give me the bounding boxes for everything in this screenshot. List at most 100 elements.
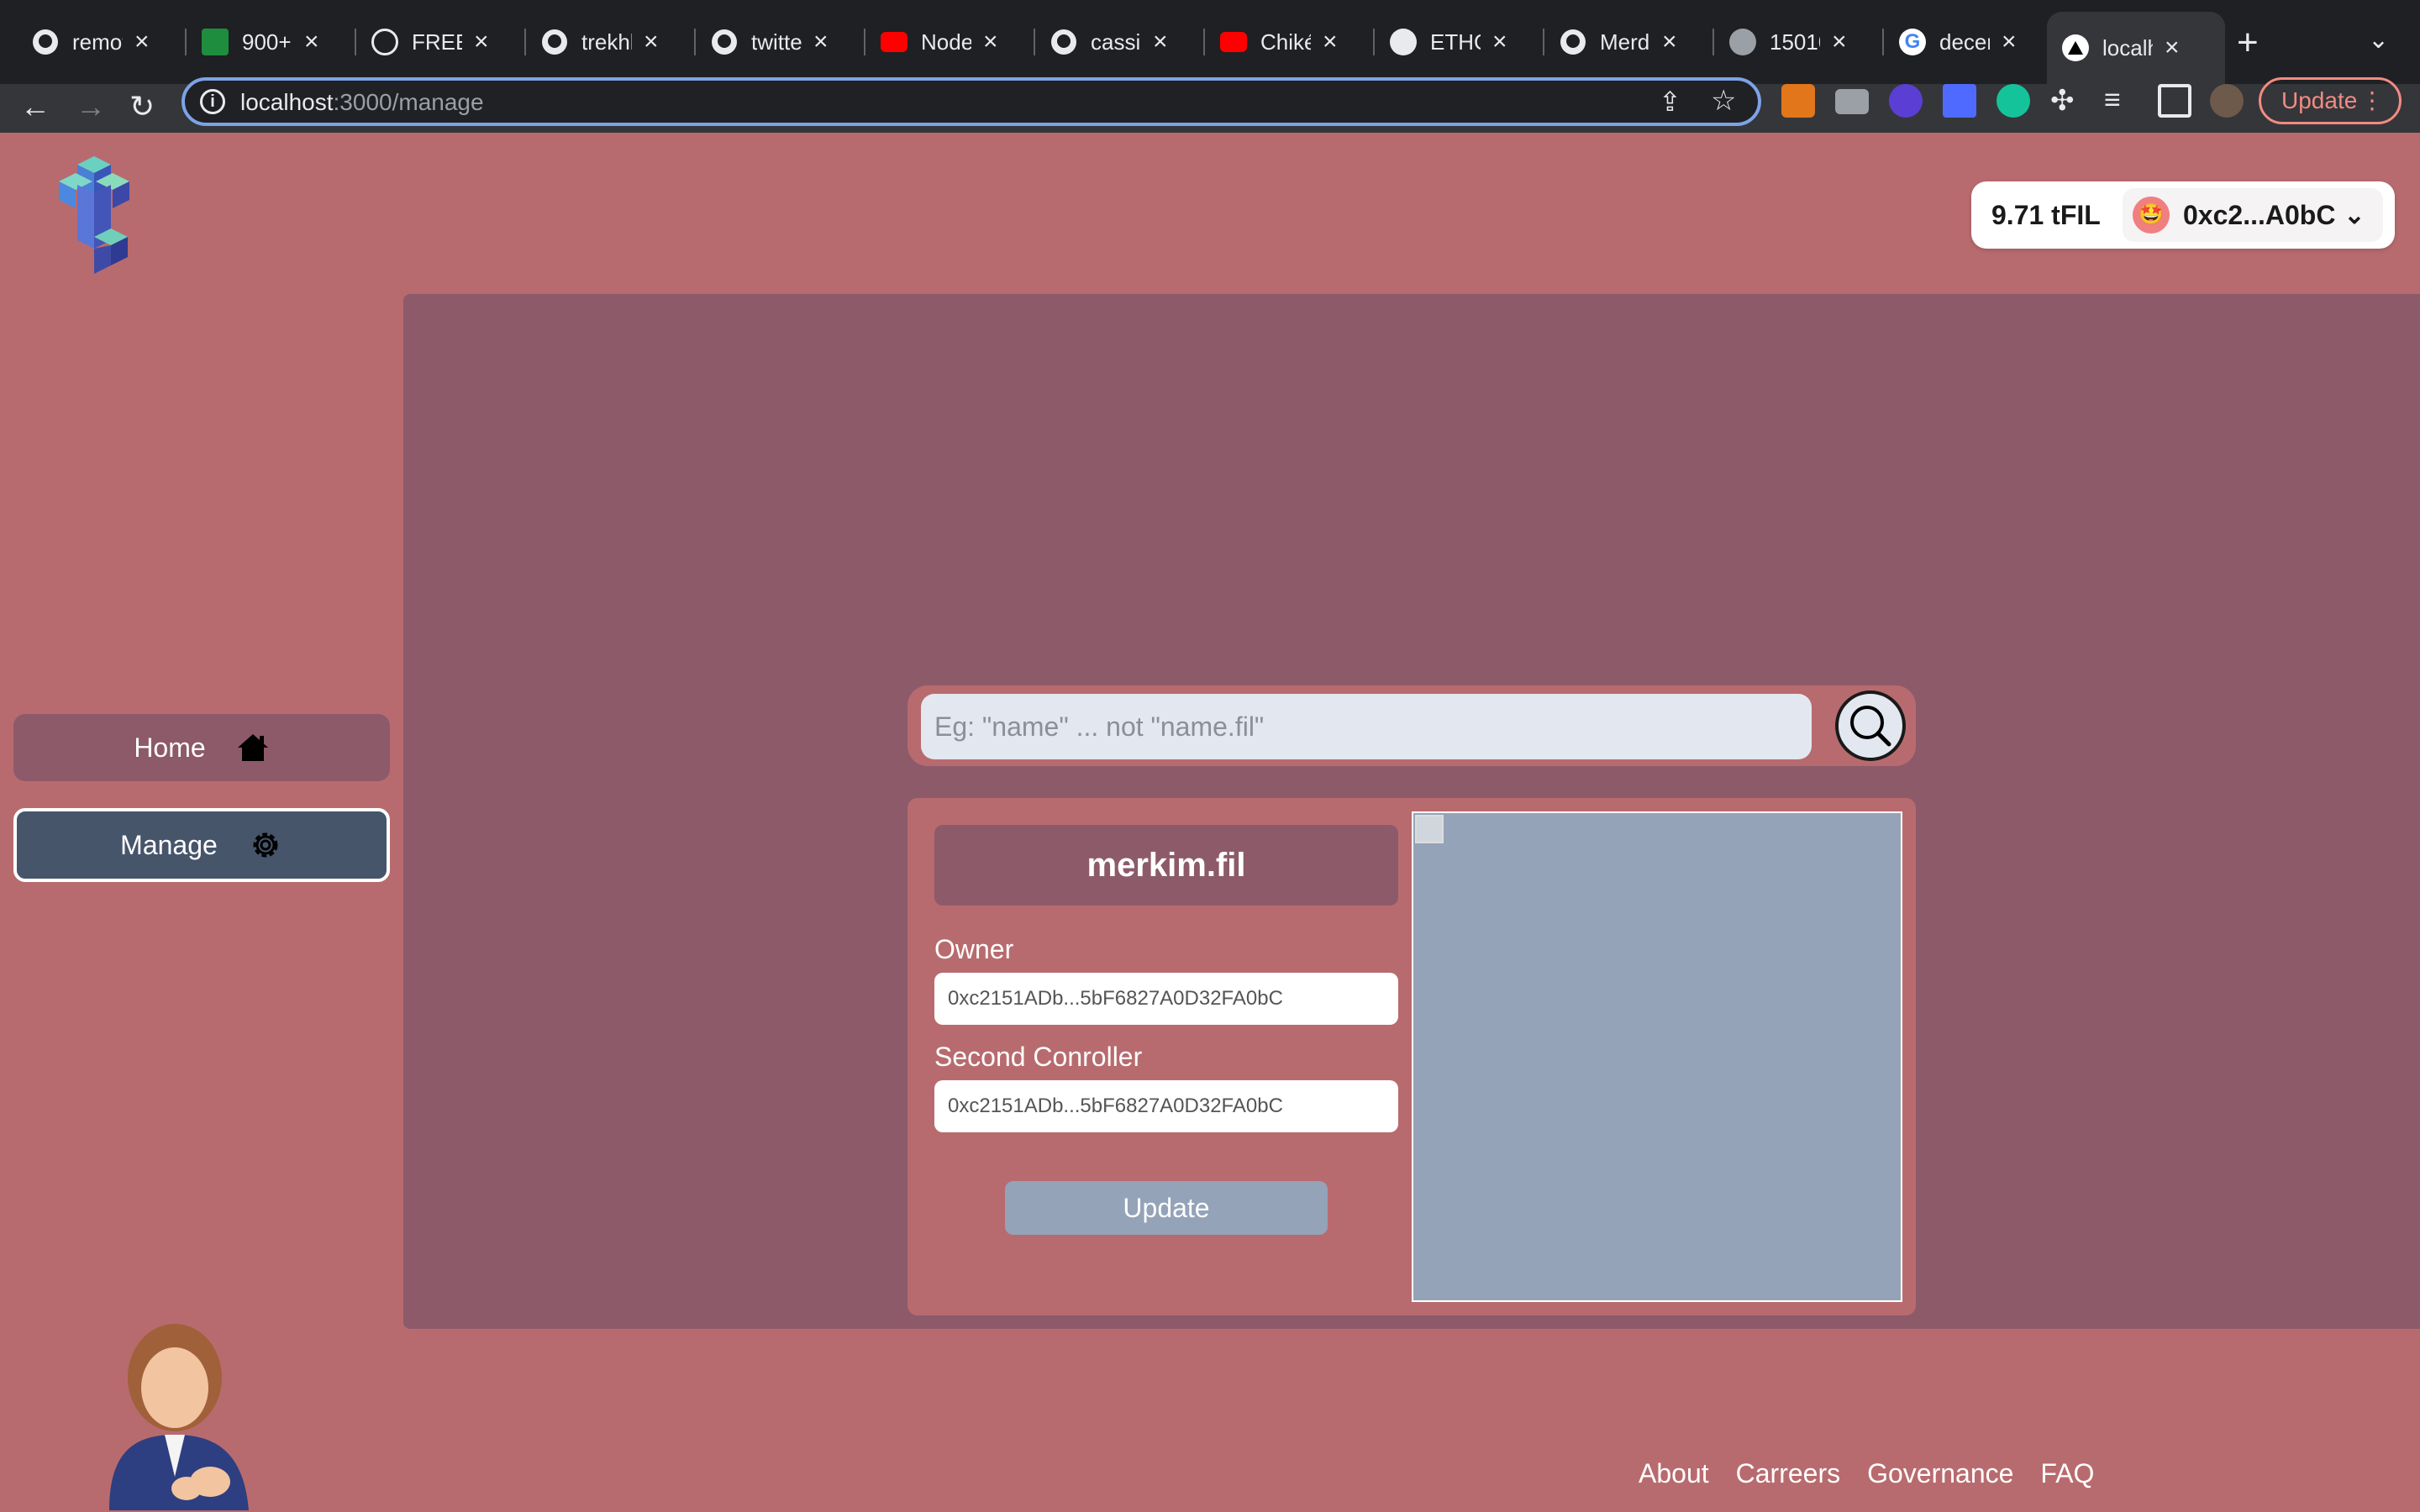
account-avatar: 🤩 (2133, 197, 2170, 234)
tab-title: trekhle (581, 29, 632, 55)
close-icon[interactable]: × (2002, 28, 2017, 56)
url-path: :3000/manage (333, 89, 484, 115)
owner-field[interactable]: 0xc2151ADb...5bF6827A0D32FA0bC (934, 973, 1398, 1025)
globe-icon (1729, 29, 1756, 55)
tab-title: FREE F (412, 29, 462, 55)
footer-links: About Carreers Governance FAQ (1639, 1458, 2094, 1489)
broken-image-icon (1415, 815, 1444, 843)
tab-title: Node.j (921, 29, 971, 55)
wallet-address: 0xc2...A0bC (2183, 199, 2336, 230)
avatar[interactable] (2210, 84, 2244, 118)
back-icon[interactable]: ← (20, 89, 50, 124)
more-icon: ⋮ (2360, 87, 2384, 113)
account-button[interactable]: 🤩 0xc2...A0bC ⌄ (2123, 188, 2383, 242)
close-icon[interactable]: × (1492, 28, 1507, 56)
browser-update-button[interactable]: Update ⋮ (2259, 77, 2402, 124)
close-icon[interactable]: × (983, 28, 998, 56)
tab-title: cassid (1091, 29, 1141, 55)
close-icon[interactable]: × (1153, 28, 1168, 56)
tab-localhost[interactable]: localh × (2047, 12, 2225, 84)
github-icon (32, 29, 59, 55)
github-icon (1050, 29, 1077, 55)
github-icon (541, 29, 568, 55)
new-tab-icon[interactable]: + (2237, 22, 2259, 64)
metamask-icon[interactable] (1781, 84, 1815, 118)
tab-title: twitter (751, 29, 802, 55)
sidebar-item-label: Home (134, 732, 206, 763)
share-icon[interactable]: ⇪ (1659, 86, 1681, 118)
footer-link-faq[interactable]: FAQ (2040, 1458, 2094, 1489)
tab-title: Chiké (1260, 29, 1311, 55)
tab-node[interactable]: Node.j × (865, 15, 1034, 69)
github-icon (1560, 29, 1586, 55)
tab-free[interactable]: FREE F × (356, 15, 524, 69)
avatar-illustration (109, 1324, 249, 1510)
tab-title: decen (1939, 29, 1990, 55)
tab-title: 15010 (1770, 29, 1820, 55)
search-input[interactable] (921, 694, 1812, 759)
close-icon[interactable]: × (2165, 34, 2180, 62)
close-icon[interactable]: × (813, 28, 829, 56)
chevron-down-icon[interactable]: ⌄ (2368, 25, 2389, 55)
address-bar[interactable]: i localhost:3000/manage ⇪ ☆ (182, 77, 1761, 126)
close-icon[interactable]: × (304, 28, 319, 56)
controller-field[interactable]: 0xc2151ADb...5bF6827A0D32FA0bC (934, 1080, 1398, 1132)
close-icon[interactable]: × (1832, 28, 1847, 56)
update-button[interactable]: Update (1005, 1181, 1328, 1235)
logo-icon[interactable] (52, 156, 136, 274)
search-bar (908, 685, 1916, 766)
close-icon[interactable]: × (134, 28, 150, 56)
wallet-balance: 9.71 tFIL (1991, 199, 2101, 230)
owner-label: Owner (934, 934, 1014, 964)
footer-link-governance[interactable]: Governance (1867, 1458, 2013, 1489)
info-icon[interactable]: i (200, 89, 225, 114)
youtube-icon (1220, 32, 1247, 52)
footer-link-careers[interactable]: Carreers (1736, 1458, 1840, 1489)
vercel-icon (2062, 34, 2089, 61)
asterisk-icon[interactable] (1943, 84, 1976, 118)
forward-icon[interactable]: → (76, 89, 106, 124)
wallet-widget[interactable]: 9.71 tFIL 🤩 0xc2...A0bC ⌄ (1971, 181, 2395, 249)
tab-trekhle[interactable]: trekhle × (526, 15, 694, 69)
tab-cassid[interactable]: cassid × (1035, 15, 1203, 69)
sheets-icon (202, 29, 229, 55)
puzzle-icon[interactable]: ✣ (2050, 84, 2084, 118)
ghost-icon[interactable] (1889, 84, 1923, 118)
camera-icon[interactable] (1835, 89, 1869, 114)
domain-card: merkim.fil Owner 0xc2151ADb...5bF6827A0D… (908, 798, 1916, 1315)
grammarly-icon[interactable] (1996, 84, 2030, 118)
update-label: Update (2281, 87, 2358, 113)
sidebar-item-manage[interactable]: Manage (13, 808, 390, 882)
url-text[interactable]: localhost:3000/manage (240, 89, 484, 116)
sidebar-item-label: Manage (120, 829, 218, 860)
tab-title: ETHGl (1430, 29, 1481, 55)
tab-merdi[interactable]: Merdi × (1544, 15, 1712, 69)
star-icon[interactable]: ☆ (1711, 84, 1736, 118)
close-icon[interactable]: × (1662, 28, 1677, 56)
tab-title: Merdi (1600, 29, 1650, 55)
sidepanel-icon[interactable] (2158, 84, 2191, 118)
tab-ethglobal[interactable]: ETHGl × (1375, 15, 1543, 69)
footer-link-about[interactable]: About (1639, 1458, 1709, 1489)
reload-icon[interactable]: ↻ (129, 89, 155, 124)
close-icon[interactable]: × (474, 28, 489, 56)
close-icon[interactable]: × (644, 28, 659, 56)
youtube-icon (881, 32, 908, 52)
tab-twitter[interactable]: twitter × (696, 15, 864, 69)
chevron-down-icon: ⌄ (2344, 201, 2365, 229)
search-button[interactable] (1835, 690, 1906, 761)
controller-label: Second Conroller (934, 1042, 1143, 1072)
tab-google[interactable]: G decen × (1884, 15, 2052, 69)
tab-title: 900+ S (242, 29, 292, 55)
media-icon[interactable]: ≡ (2104, 84, 2138, 118)
domain-image (1412, 811, 1902, 1302)
close-icon[interactable]: × (1323, 28, 1338, 56)
tab-chike[interactable]: Chiké × (1205, 15, 1373, 69)
github-icon (711, 29, 738, 55)
tab-remote[interactable]: remote × (17, 15, 185, 69)
tab-15010[interactable]: 15010 × (1714, 15, 1882, 69)
app-page: 9.71 tFIL 🤩 0xc2...A0bC ⌄ Home Manage Eg… (0, 133, 2420, 1512)
sidebar-item-home[interactable]: Home (13, 714, 390, 781)
browser-tab-bar: remote × 900+ S × FREE F × trekhle × twi… (0, 0, 2420, 84)
tab-sheets[interactable]: 900+ S × (187, 15, 355, 69)
